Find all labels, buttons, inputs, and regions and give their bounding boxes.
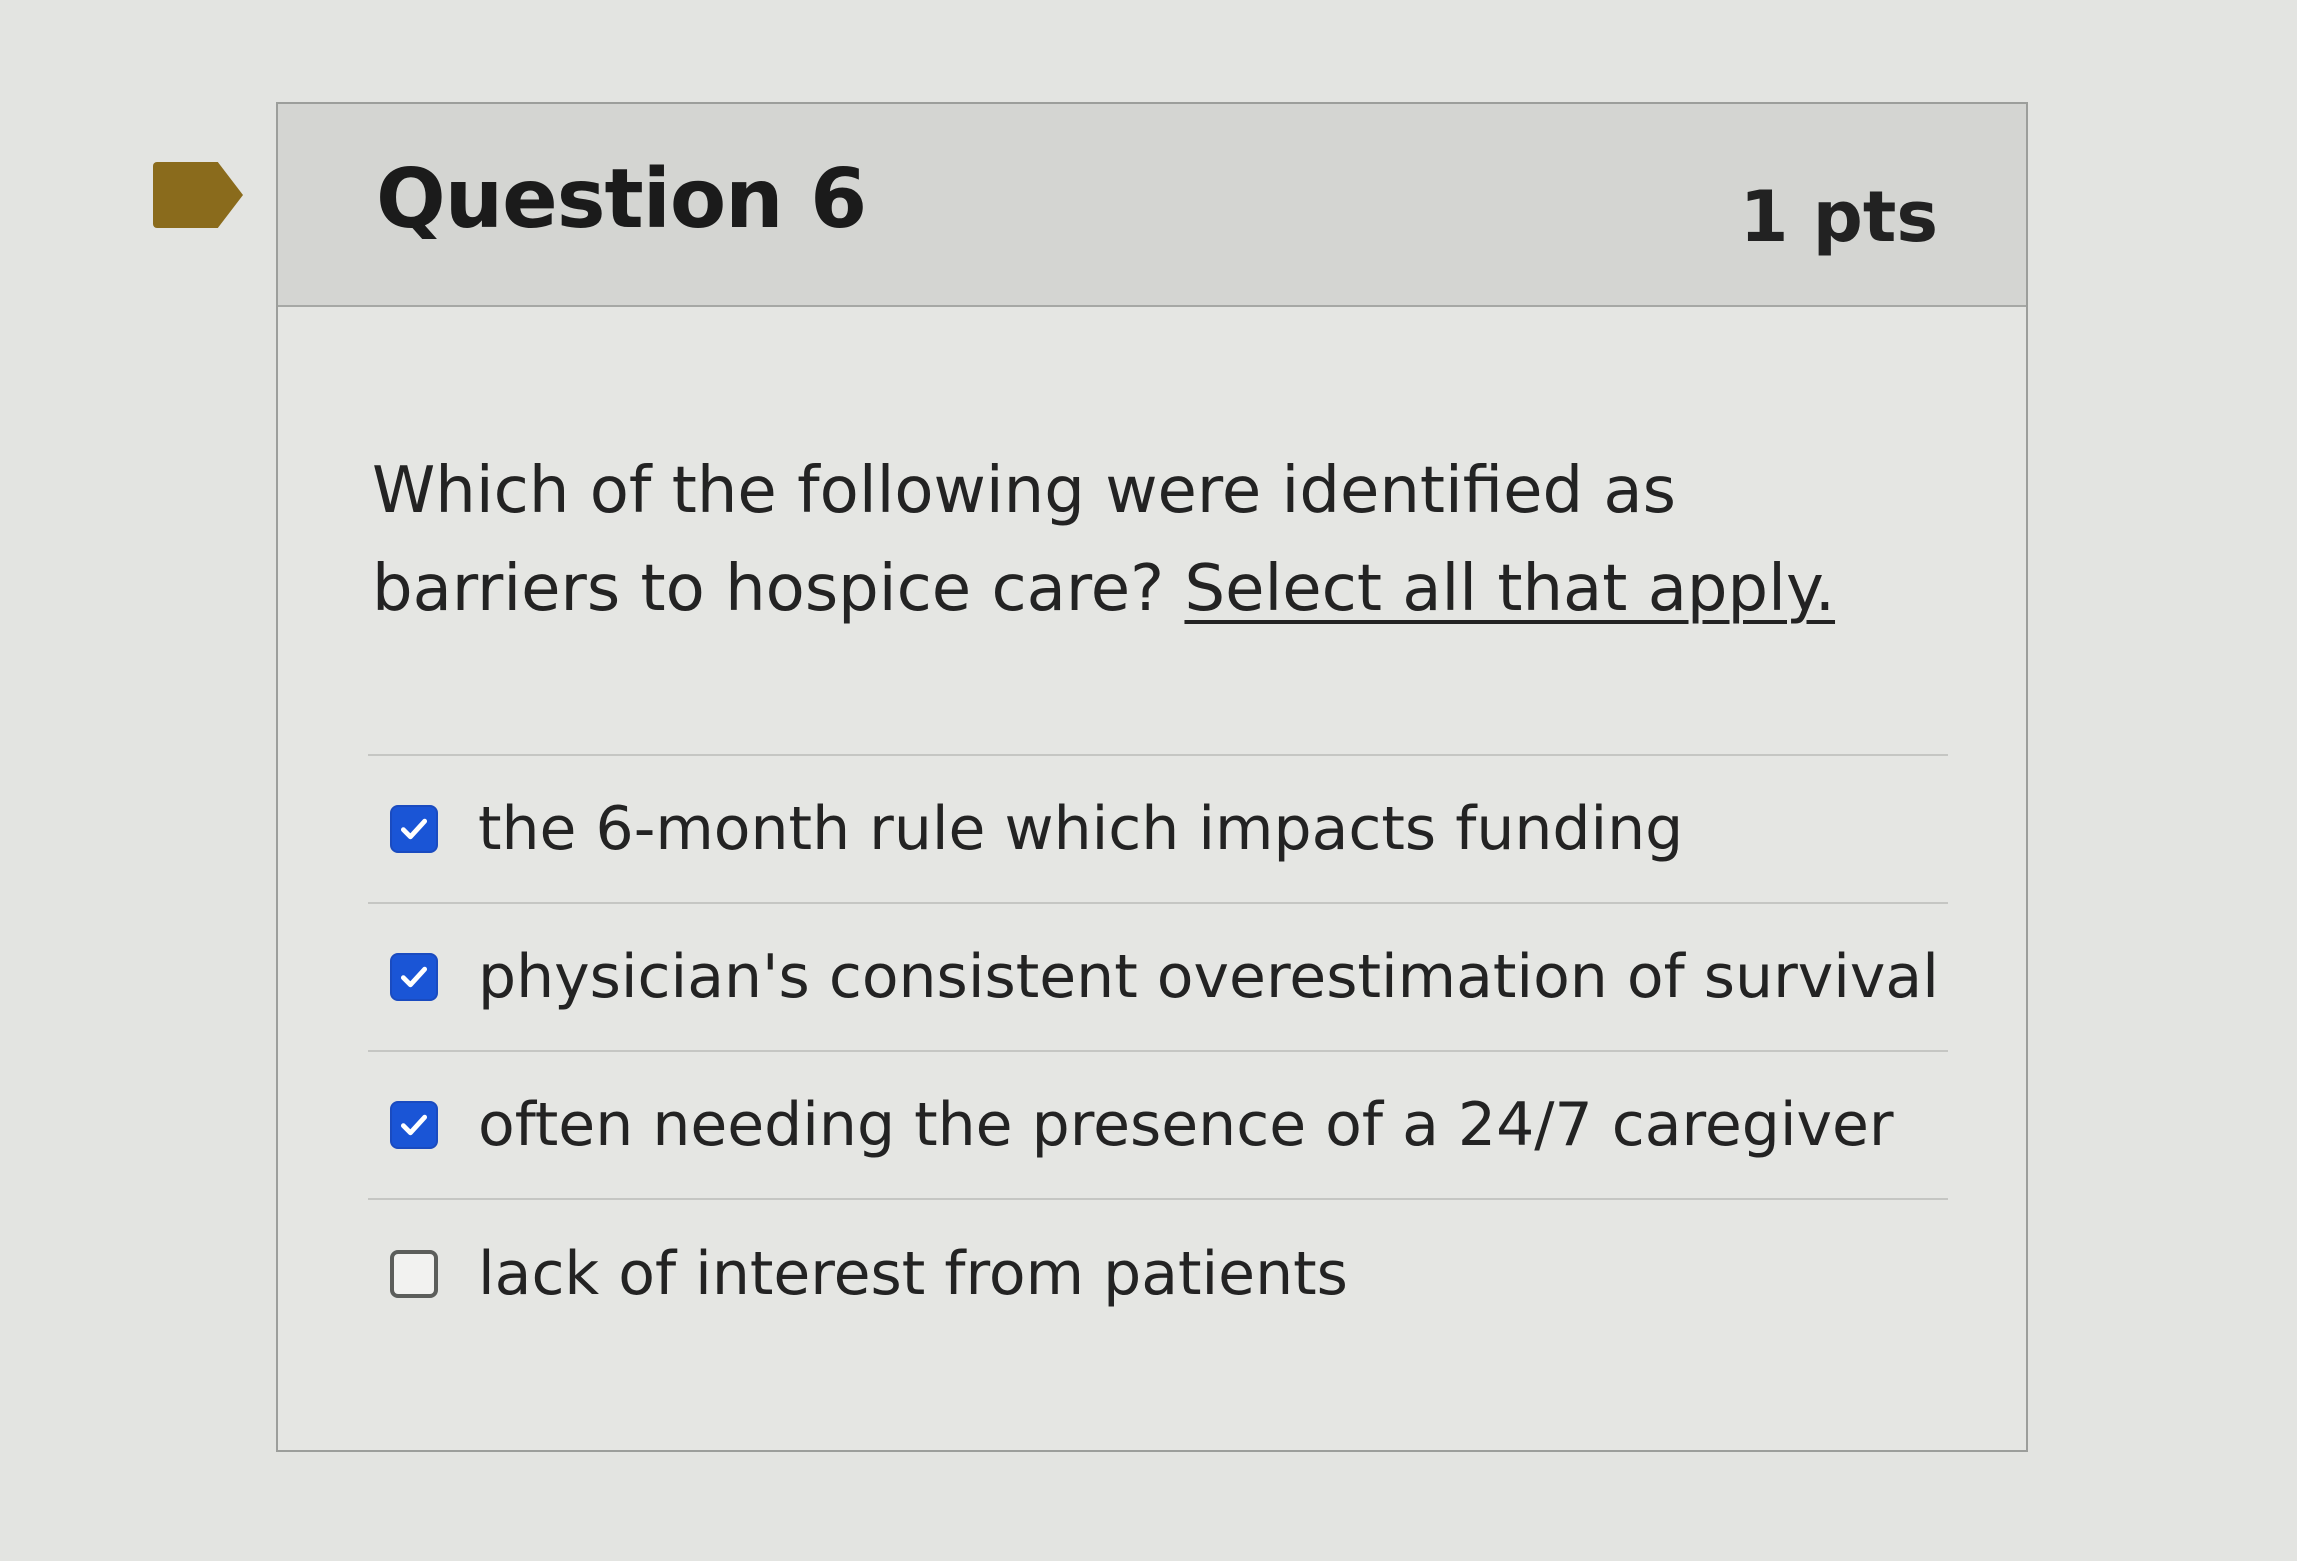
checkmark-icon (400, 818, 428, 840)
answer-4-checkbox[interactable] (390, 1250, 438, 1298)
answer-option-4[interactable]: lack of interest from patients (368, 1200, 1948, 1348)
answer-1-checkbox[interactable] (390, 805, 438, 853)
question-instruction: Select all that apply. (1184, 552, 1836, 626)
checkmark-icon (400, 1114, 428, 1136)
checkmark-icon (400, 966, 428, 988)
answer-2-checkbox[interactable] (390, 953, 438, 1001)
question-prompt: Which of the following were identified a… (372, 442, 1932, 638)
answer-2-label[interactable]: physician's consistent overestimation of… (478, 942, 1939, 1012)
answer-list: the 6-month rule which impacts funding p… (368, 754, 1948, 1348)
answer-option-1[interactable]: the 6-month rule which impacts funding (368, 756, 1948, 904)
answer-option-2[interactable]: physician's consistent overestimation of… (368, 904, 1948, 1052)
question-title: Question 6 (376, 152, 867, 247)
answer-3-checkbox[interactable] (390, 1101, 438, 1149)
question-flag-icon[interactable] (153, 162, 243, 228)
answer-1-label[interactable]: the 6-month rule which impacts funding (478, 794, 1683, 864)
answer-4-label[interactable]: lack of interest from patients (478, 1239, 1348, 1309)
question-card: Question 6 1 pts Which of the following … (276, 102, 2028, 1452)
question-header: Question 6 1 pts (278, 104, 2026, 307)
answer-option-3[interactable]: often needing the presence of a 24/7 car… (368, 1052, 1948, 1200)
question-points: 1 pts (1739, 176, 1938, 258)
answer-3-label[interactable]: often needing the presence of a 24/7 car… (478, 1090, 1894, 1160)
